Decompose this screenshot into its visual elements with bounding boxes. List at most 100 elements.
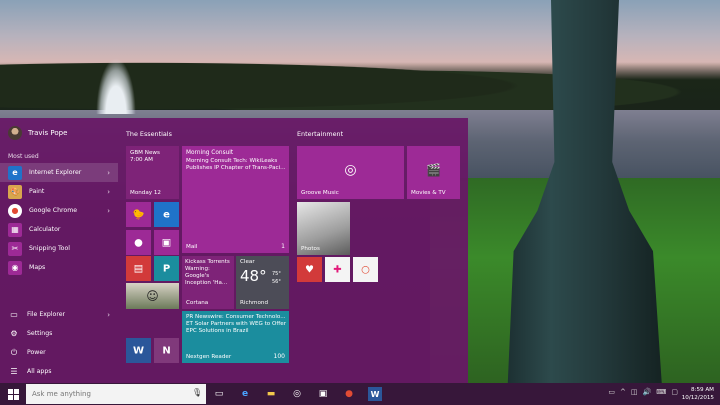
chevron-right-icon[interactable]: ›: [107, 169, 110, 177]
clock-date: 10/12/2015: [681, 395, 714, 401]
power-button[interactable]: ⏻ Power: [0, 343, 118, 362]
app-label: Internet Explorer: [29, 169, 82, 176]
tile-flipboard[interactable]: ▤: [126, 256, 151, 281]
app-snipping-tool[interactable]: ✂ Snipping Tool: [0, 239, 118, 258]
notifications-icon[interactable]: ▢: [671, 388, 678, 396]
most-used-label: Most used: [8, 153, 39, 160]
gear-icon: ⚙: [10, 329, 18, 338]
tile-groove-music[interactable]: ◎ Groove Music: [297, 146, 404, 199]
person-photo-icon: ☺: [146, 289, 159, 303]
chevron-up-icon[interactable]: ^: [620, 388, 626, 396]
system-tray: ▭ ^ ◫ 🔊 ⌨ ▢: [608, 388, 678, 396]
app-paint[interactable]: 🎨 Paint ›: [0, 182, 118, 201]
tile-tunein[interactable]: ✚: [325, 257, 350, 282]
tile-photos[interactable]: Photos: [297, 202, 350, 255]
internet-explorer-icon: e: [8, 165, 22, 180]
app-calculator[interactable]: ▦ Calculator: [0, 220, 118, 239]
tile-pandora[interactable]: P: [154, 256, 179, 281]
user-name: Travis Pope: [28, 129, 68, 137]
settings-button[interactable]: ⚙ Settings: [0, 324, 118, 343]
tile-name: Cortana: [186, 300, 209, 306]
volume-icon[interactable]: 🔊: [643, 388, 652, 396]
tile-title: Morning Consult: [186, 150, 234, 156]
tile-movies-tv[interactable]: 🎬 Movies & TV: [407, 146, 460, 199]
clock-time: 8:59 AM: [691, 387, 714, 393]
tile-title: GBM News: [130, 150, 160, 156]
tile-badge: 100: [273, 353, 285, 360]
tile-mail[interactable]: Morning Consult Morning Consult Tech: Wi…: [182, 146, 289, 253]
all-apps-button[interactable]: ☰ All apps: [0, 362, 118, 381]
tile-edge[interactable]: e: [154, 202, 179, 227]
tile-onenote[interactable]: N: [154, 338, 179, 363]
app-maps[interactable]: ◉ Maps: [0, 258, 118, 277]
ring-icon: ○: [361, 264, 370, 275]
tile-title: Kickass Torrents: [185, 259, 230, 265]
tile-name: Groove Music: [301, 190, 339, 196]
weather-temp: 48°: [240, 267, 267, 285]
word-icon[interactable]: W: [368, 387, 382, 401]
group-title-essentials[interactable]: The Essentials: [126, 130, 172, 138]
scissors-icon: ✂: [8, 241, 22, 256]
microphone-icon[interactable]: 🎙: [192, 388, 202, 397]
duck-icon: 🐤: [132, 209, 145, 220]
tile-circle-app[interactable]: ○: [353, 257, 378, 282]
store-icon[interactable]: ▣: [316, 387, 330, 401]
chevron-right-icon[interactable]: ›: [107, 207, 110, 215]
tile-name: Nextgen Reader: [186, 354, 232, 360]
tile-date: Monday 12: [130, 190, 161, 196]
tile-name: Movies & TV: [411, 190, 446, 196]
power-label: Power: [27, 349, 46, 356]
settings-label: Settings: [27, 330, 53, 337]
tile-body: Warning: Google's Inception 'Ha...: [185, 266, 228, 286]
taskbar: 🎙 ▭ e ▬ ◎ ▣ ● W ▭ ^ ◫ 🔊 ⌨ ▢ 8:59 AM 10/1…: [0, 383, 720, 405]
keyboard-icon[interactable]: ⌨: [656, 388, 666, 396]
flipboard-icon: ▤: [133, 263, 144, 274]
tile-weather[interactable]: Clear 48° 75° 56° Richmond: [236, 256, 289, 309]
network-icon[interactable]: ◫: [631, 388, 638, 396]
paint-icon: 🎨: [8, 184, 22, 199]
file-explorer-icon[interactable]: ▬: [264, 387, 278, 401]
all-apps-label: All apps: [27, 368, 52, 375]
tile-apple-app[interactable]: ●: [126, 230, 151, 255]
start-left-column: Travis Pope Most used e Internet Explore…: [0, 118, 118, 383]
edge-icon[interactable]: e: [238, 387, 252, 401]
app-google-chrome[interactable]: ● Google Chrome ›: [0, 201, 118, 220]
tile-cortana[interactable]: Kickass Torrents Warning: Google's Incep…: [182, 256, 234, 309]
groove-music-icon[interactable]: ◎: [290, 387, 304, 401]
edge-icon: e: [163, 209, 170, 220]
start-button[interactable]: [0, 383, 26, 405]
app-label: Google Chrome: [29, 207, 78, 214]
chevron-right-icon[interactable]: ›: [107, 311, 110, 319]
tile-name: Mail: [186, 244, 198, 250]
task-view-icon[interactable]: ▭: [212, 387, 226, 401]
tile-iheartradio[interactable]: ♥: [297, 257, 322, 282]
weather-low: 56°: [272, 279, 281, 285]
all-apps-icon: ☰: [10, 367, 18, 376]
power-icon: ⏻: [10, 347, 18, 357]
cortana-search-input[interactable]: [26, 384, 206, 404]
tile-name: Photos: [301, 246, 320, 252]
tile-word[interactable]: W: [126, 338, 151, 363]
battery-icon[interactable]: ▭: [608, 388, 615, 396]
tile-badge: 1: [281, 243, 285, 250]
tile-store[interactable]: ▣: [154, 230, 179, 255]
app-label: Snipping Tool: [29, 245, 70, 252]
apple-icon: ●: [134, 237, 143, 248]
app-label: Maps: [29, 264, 46, 271]
tile-photo-person[interactable]: ☺: [126, 283, 179, 309]
app-internet-explorer[interactable]: e Internet Explorer ›: [0, 163, 118, 182]
tile-gbm-news[interactable]: GBM News 7:00 AM Monday 12: [126, 146, 179, 199]
app-label: Paint: [29, 188, 45, 195]
file-explorer-button[interactable]: ▭ File Explorer ›: [0, 305, 118, 324]
word-icon: W: [132, 345, 145, 356]
chrome-icon[interactable]: ●: [342, 387, 356, 401]
weather-condition: Clear: [240, 259, 255, 265]
user-account[interactable]: Travis Pope: [8, 126, 67, 140]
clock[interactable]: 8:59 AM 10/12/2015: [682, 386, 714, 402]
tile-nextgen-reader[interactable]: PR Newswire: Consumer Technolo... ET Sol…: [182, 311, 289, 363]
chevron-right-icon[interactable]: ›: [107, 188, 110, 196]
tile-duck-app[interactable]: 🐤: [126, 202, 151, 227]
group-title-entertainment[interactable]: Entertainment: [297, 130, 343, 138]
fountain: [96, 58, 136, 114]
tile-name: Richmond: [240, 300, 269, 306]
